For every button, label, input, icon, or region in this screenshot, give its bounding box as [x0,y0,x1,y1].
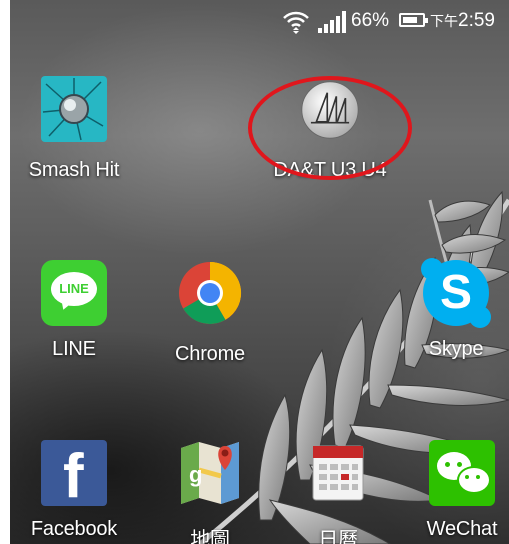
app-wechat[interactable]: WeChat [402,440,509,541]
battery-icon [399,13,428,27]
calendar-icon [312,445,364,501]
wifi-icon [283,11,309,34]
app-maps[interactable]: g 地圖 [150,440,270,544]
maps-icon: g [181,442,239,504]
signal-icon [318,11,346,33]
home-screen: 66% 下午2:59 Smash Hit DA&T U3 U4 LINE LIN… [10,0,509,544]
facebook-icon: f [41,440,107,506]
app-line[interactable]: LINE LINE [14,260,134,361]
facebook-badge-text: f [63,442,84,507]
status-bar: 66% 下午2:59 [10,0,509,40]
app-label: Facebook [30,518,118,540]
app-label: 地圖 [190,529,230,544]
app-calendar[interactable]: 日曆 [278,440,398,544]
app-smash-hit[interactable]: Smash Hit [14,76,134,182]
smash-hit-icon [41,76,107,142]
highlight-ellipse [248,76,412,180]
app-facebook[interactable]: f Facebook [14,440,134,541]
line-badge-text: LINE [59,281,89,296]
skype-icon: S [421,258,491,328]
app-label: LINE [52,338,96,360]
app-chrome[interactable]: Chrome [150,260,270,366]
wechat-icon [429,440,495,506]
line-icon: LINE [41,260,107,326]
app-label: Chrome [175,343,245,365]
app-skype[interactable]: S Skype [396,258,509,361]
skype-badge-text: S [439,266,472,319]
clock: 下午2:59 [430,10,495,32]
app-label: 日曆 [318,529,358,544]
clock-time: 2:59 [458,10,495,31]
app-label: WeChat [426,518,498,540]
battery-percent: 66% [351,10,390,31]
app-label: Smash Hit [28,159,120,181]
chrome-icon [179,261,242,324]
app-label: Skype [428,338,484,360]
svg-text:g: g [189,462,202,487]
clock-period: 下午 [430,13,458,29]
